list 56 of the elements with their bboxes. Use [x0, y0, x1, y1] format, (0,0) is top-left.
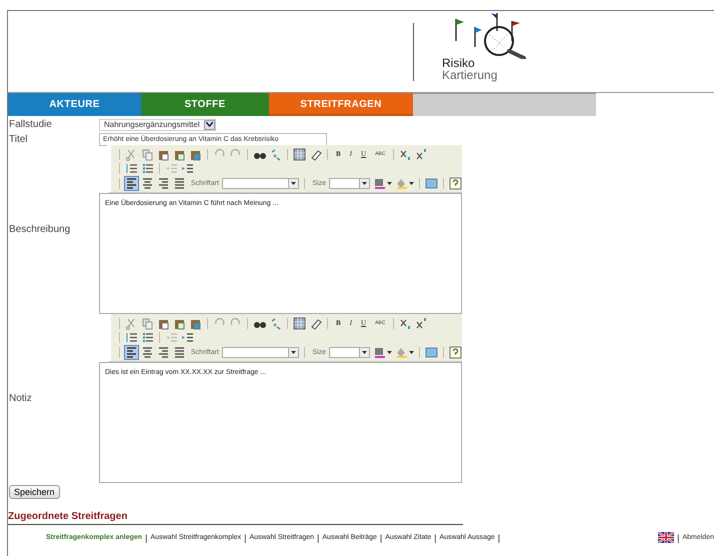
section-heading: Zugeordnete Streitfragen [8, 511, 463, 525]
chevron-down-icon[interactable] [206, 122, 213, 127]
text-color-icon[interactable] [373, 176, 386, 190]
superscript-icon[interactable] [415, 316, 428, 330]
caret-icon[interactable] [409, 182, 414, 184]
text-color-icon[interactable] [373, 346, 386, 358]
background-color-icon[interactable] [395, 346, 408, 358]
field-label: Titel [8, 134, 29, 145]
help-icon[interactable] [448, 176, 462, 190]
separator: | [498, 532, 500, 542]
caret-icon[interactable] [387, 350, 392, 354]
separator: | [145, 532, 148, 542]
separator: | [677, 532, 680, 542]
logo-title: Risiko [442, 57, 475, 69]
caret-icon [362, 350, 368, 354]
numbered-list-icon[interactable] [125, 331, 138, 344]
superscript-icon[interactable] [415, 148, 428, 160]
table-icon[interactable] [293, 148, 306, 160]
numbered-list-icon[interactable] [125, 162, 138, 175]
justify-icon[interactable] [172, 176, 186, 190]
field-label: Fallstudie [8, 119, 53, 130]
field-label: Notiz [8, 393, 33, 404]
caret-icon[interactable] [409, 350, 414, 354]
help-icon[interactable] [448, 346, 462, 358]
save-button[interactable]: Speichern [9, 485, 60, 499]
bullet-list-icon[interactable] [141, 331, 154, 344]
indent-icon[interactable] [181, 162, 194, 175]
table-icon[interactable] [293, 316, 306, 330]
image-icon[interactable] [425, 346, 438, 358]
align-center-icon[interactable] [140, 346, 154, 358]
caret-icon[interactable] [387, 182, 392, 184]
indent-icon[interactable] [181, 331, 194, 344]
eraser-icon[interactable] [309, 316, 322, 330]
field-label: Beschreibung [8, 224, 72, 235]
caret-icon [362, 182, 368, 184]
nav-tab[interactable]: AKTEURE [8, 93, 141, 116]
align-center-icon[interactable] [140, 176, 154, 190]
caret-icon [291, 182, 296, 184]
align-right-icon[interactable] [156, 176, 170, 190]
image-icon[interactable] [425, 176, 438, 190]
eraser-icon[interactable] [309, 148, 322, 160]
bullet-list-icon[interactable] [141, 162, 154, 175]
logo-subtitle: Kartierung [442, 69, 498, 81]
separator: | [434, 532, 436, 542]
caret-icon [291, 350, 296, 354]
justify-icon[interactable] [172, 346, 186, 358]
align-left-icon[interactable] [124, 176, 138, 190]
case-study-dropdown[interactable]: Nahrungsergänzungsmittel [99, 118, 216, 130]
nav-tab[interactable]: STOFFE [141, 93, 269, 116]
separator: | [380, 532, 382, 542]
align-right-icon[interactable] [156, 346, 170, 358]
flag-icon[interactable] [658, 532, 674, 543]
background-color-icon[interactable] [395, 176, 408, 190]
separator: | [317, 532, 320, 542]
align-left-icon[interactable] [124, 346, 138, 358]
separator: | [244, 532, 246, 542]
